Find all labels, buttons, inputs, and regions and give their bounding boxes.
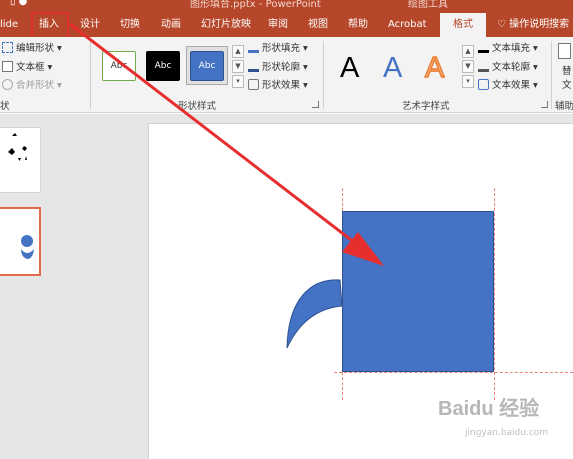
group-divider [90, 41, 91, 109]
tab-slide[interactable]: lide [0, 15, 18, 35]
slide-thumbnail-panel[interactable] [0, 114, 60, 459]
wordart-more-icon[interactable]: ▾ [462, 75, 474, 88]
smart-guide-bottom [334, 372, 573, 373]
lightbulb-icon: ♡ [497, 19, 506, 30]
tab-view[interactable]: 视图 [308, 15, 328, 35]
merge-shapes-label: 合并形状 [16, 80, 55, 91]
shape-style-preset-3[interactable]: Abc [190, 51, 224, 81]
tab-format[interactable]: 格式 [440, 13, 486, 37]
text-outline-icon [478, 61, 489, 72]
text-outline-label: 文本轮廓 [492, 62, 531, 73]
wordart-scroll-down-icon[interactable]: ▼ [462, 60, 474, 73]
wordart-preset-1[interactable]: A [340, 52, 359, 84]
group-divider [551, 41, 552, 109]
text-fill-label: 文本填充 [492, 43, 531, 54]
shape-fill-label: 形状填充 [262, 43, 301, 54]
alt-text-label-2: 文 [562, 80, 572, 91]
shape-styles-group-label: 形状样式 [178, 101, 217, 112]
wordart-launcher-icon[interactable] [541, 101, 548, 108]
pen-icon [248, 61, 259, 72]
window-title: 图形填合.pptx - PowerPoint [190, 0, 321, 10]
effects-icon [248, 79, 259, 90]
quick-access-toolbar[interactable]: ▯ ● [10, 0, 27, 7]
rectangle-shape[interactable] [342, 211, 494, 372]
tab-transitions[interactable]: 切换 [120, 15, 140, 35]
watermark-logo: Baidu 经验 [438, 398, 540, 420]
tab-review[interactable]: 审阅 [268, 15, 288, 35]
shape-styles-launcher-icon[interactable] [312, 101, 319, 108]
ribbon: 编辑形状 ▾ 文本框 ▾ 合并形状 ▾ 状 Abc Abc Abc ▲ ▼ ▾ … [0, 37, 573, 113]
slide-thumbnail-2[interactable] [0, 207, 41, 276]
merge-shapes-button[interactable]: 合并形状 ▾ [2, 79, 62, 93]
edit-shape-label: 编辑形状 [16, 43, 55, 54]
slide-thumbnail-1-content [8, 133, 27, 161]
watermark-url: jingyan.baidu.com [465, 428, 549, 438]
text-outline-button[interactable]: 文本轮廓 ▾ [478, 61, 538, 75]
wordart-scroll-up-icon[interactable]: ▲ [462, 45, 474, 58]
accessibility-group-label: 辅助 [555, 101, 573, 112]
alt-text-icon[interactable] [558, 43, 571, 59]
shape-outline-button[interactable]: 形状轮廓 ▾ [248, 61, 308, 75]
alt-text-label-1: 替 [562, 66, 572, 77]
text-effects-button[interactable]: 文本效果 ▾ [478, 79, 538, 93]
slide-thumbnail-2-content [21, 235, 34, 259]
tab-insert-highlight [31, 12, 69, 39]
shape-fill-button[interactable]: 形状填充 ▾ [248, 42, 308, 56]
shape-outline-label: 形状轮廓 [262, 62, 301, 73]
context-tab-group: 绘图工具 [408, 0, 448, 10]
smart-guide-right [494, 188, 495, 400]
edit-shape-button[interactable]: 编辑形状 ▾ [2, 42, 62, 56]
ribbon-tabs: lide 插入 设计 切换 动画 幻灯片放映 审阅 视图 帮助 Acrobat … [0, 10, 573, 37]
tell-me-label: 操作说明搜索 [509, 19, 570, 30]
wordart-preset-3[interactable]: A [424, 51, 445, 85]
insert-shapes-group-label: 状 [0, 101, 10, 112]
text-fill-icon [478, 42, 489, 53]
text-box-icon [2, 61, 13, 72]
style-scroll-up-icon[interactable]: ▲ [232, 45, 244, 58]
wordart-preset-2[interactable]: A [383, 52, 402, 84]
shape-effects-button[interactable]: 形状效果 ▾ [248, 79, 308, 93]
tab-slideshow[interactable]: 幻灯片放映 [201, 15, 251, 35]
tab-help[interactable]: 帮助 [348, 15, 368, 35]
paint-bucket-icon [248, 42, 259, 53]
text-fill-button[interactable]: 文本填充 ▾ [478, 42, 538, 56]
tell-me-search[interactable]: ♡ 操作说明搜索 [497, 15, 569, 30]
shape-style-preset-2[interactable]: Abc [146, 51, 180, 81]
tab-acrobat[interactable]: Acrobat [388, 15, 427, 35]
merge-shapes-icon [2, 79, 13, 90]
text-box-button[interactable]: 文本框 ▾ [2, 61, 52, 75]
shape-effects-label: 形状效果 [262, 80, 301, 91]
shape-style-preset-1[interactable]: Abc [102, 51, 136, 81]
tab-design[interactable]: 设计 [80, 15, 100, 35]
edit-shape-icon [2, 42, 13, 53]
style-more-icon[interactable]: ▾ [232, 75, 244, 88]
tab-animations[interactable]: 动画 [161, 15, 181, 35]
style-scroll-down-icon[interactable]: ▼ [232, 60, 244, 73]
title-bar: ▯ ● 图形填合.pptx - PowerPoint 绘图工具 [0, 0, 573, 10]
text-effects-icon [478, 79, 489, 90]
slide-thumbnail-1[interactable] [0, 127, 41, 193]
wordart-group-label: 艺术字样式 [402, 101, 450, 112]
group-divider [323, 41, 324, 109]
text-effects-label: 文本效果 [492, 80, 531, 91]
moon-shape[interactable] [270, 270, 350, 360]
text-box-label: 文本框 [16, 62, 45, 73]
